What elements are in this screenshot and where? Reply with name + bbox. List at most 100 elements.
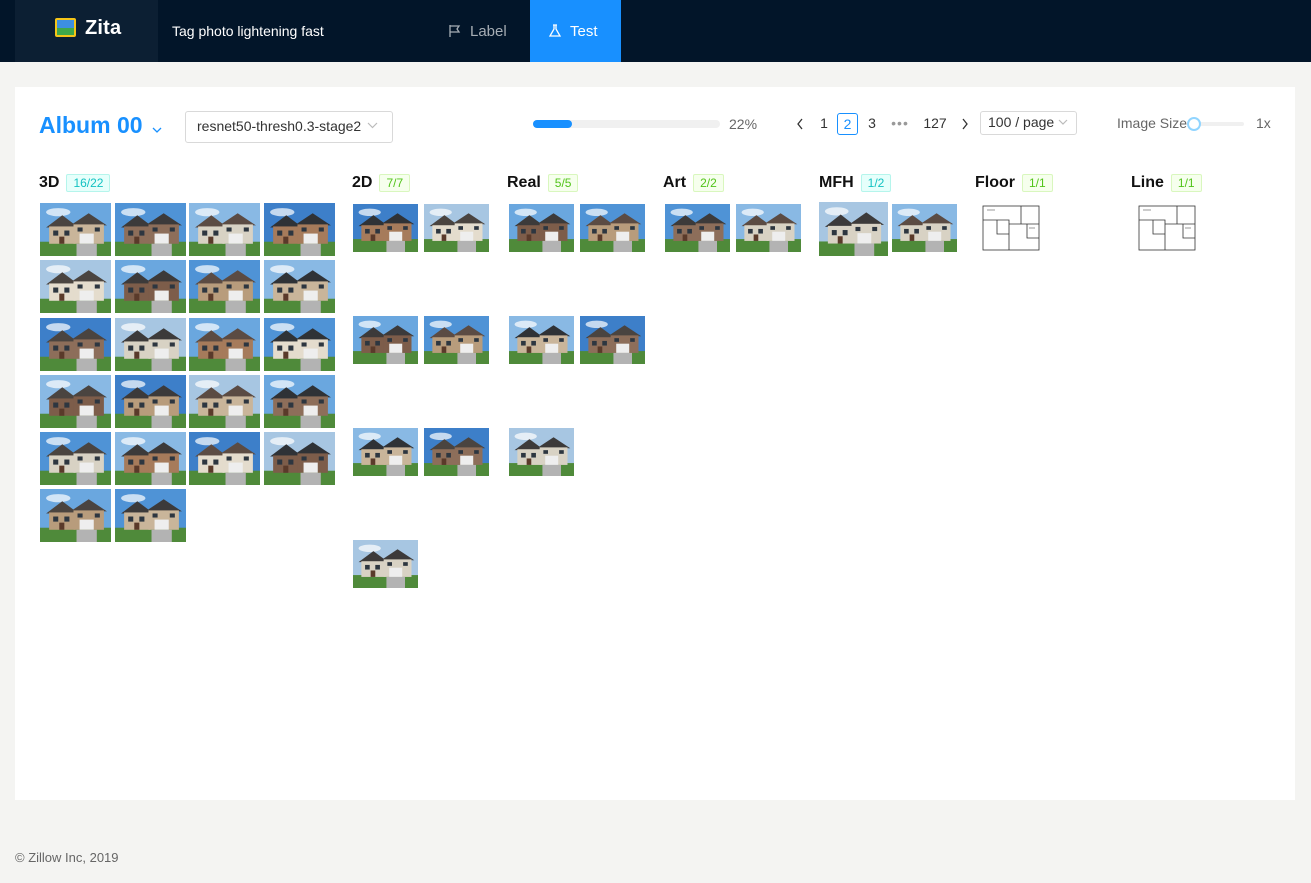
page-127[interactable]: 127 [920, 113, 950, 135]
flag-icon [449, 25, 461, 37]
house-image [189, 260, 260, 313]
house-thumbnail[interactable] [424, 204, 489, 252]
page-size-select[interactable]: 100 / page [980, 111, 1077, 135]
progress-bar [533, 120, 720, 128]
flask-icon [548, 24, 562, 37]
house-thumbnail[interactable] [892, 204, 957, 252]
house-thumbnail[interactable] [115, 203, 186, 256]
house-thumbnail[interactable] [580, 316, 645, 364]
house-image [264, 203, 335, 256]
house-image [424, 204, 489, 252]
house-thumbnail[interactable] [424, 316, 489, 364]
house-thumbnail[interactable] [189, 260, 260, 313]
nav-label[interactable]: Label [436, 0, 530, 62]
column-real-title: Real 5/5 [507, 174, 579, 192]
brand-name: Zita [85, 17, 122, 39]
page-2-current[interactable]: 2 [837, 113, 858, 135]
nav-test[interactable]: Test [530, 0, 621, 62]
top-header: Zita Tag photo lightening fast Label Tes… [0, 0, 1311, 62]
count-badge: 1/1 [1170, 174, 1202, 192]
column-label: Line [1131, 174, 1164, 191]
house-thumbnail[interactable] [353, 316, 418, 364]
house-thumbnail[interactable] [736, 204, 801, 252]
house-thumbnail[interactable] [264, 260, 335, 313]
column-label: 3D [39, 174, 60, 191]
house-image [424, 316, 489, 364]
model-select[interactable]: resnet50-thresh0.3-stage2 [185, 111, 393, 143]
house-thumbnail[interactable] [665, 204, 730, 252]
column-label: Real [507, 174, 541, 191]
house-thumbnail[interactable] [40, 375, 111, 428]
house-image [40, 375, 111, 428]
progress-text: 22% [729, 116, 758, 132]
house-thumbnail[interactable] [40, 203, 111, 256]
house-thumbnail[interactable] [189, 318, 260, 371]
house-thumbnail[interactable] [40, 260, 111, 313]
house-thumbnail[interactable] [509, 204, 574, 252]
house-thumbnail[interactable] [115, 432, 186, 485]
nav-label-text: Label [470, 22, 507, 40]
house-image [665, 204, 730, 252]
house-image [40, 432, 111, 485]
house-thumbnail[interactable] [264, 432, 335, 485]
pagination-ellipsis[interactable]: ••• [887, 113, 913, 135]
house-image [115, 260, 186, 313]
page-1[interactable]: 1 [815, 113, 833, 135]
next-page-button[interactable] [958, 113, 972, 135]
column-label: Floor [975, 174, 1015, 191]
count-badge: 16/22 [66, 174, 111, 192]
column-2d-title: 2D 7/7 [352, 174, 411, 192]
house-image [189, 432, 260, 485]
house-image [509, 316, 574, 364]
column-art-title: Art 2/2 [663, 174, 724, 192]
house-thumbnail[interactable] [40, 432, 111, 485]
house-thumbnail[interactable] [424, 428, 489, 476]
house-thumbnail[interactable] [115, 318, 186, 371]
house-image [424, 428, 489, 476]
picture-icon [55, 18, 76, 37]
column-label: 2D [352, 174, 373, 191]
image-size-slider[interactable] [1194, 122, 1244, 126]
house-thumbnail[interactable] [40, 489, 111, 542]
house-thumbnail[interactable] [580, 204, 645, 252]
house-thumbnail[interactable] [264, 375, 335, 428]
house-image [189, 318, 260, 371]
house-image [40, 489, 111, 542]
house-thumbnail[interactable] [509, 316, 574, 364]
house-thumbnail[interactable] [819, 202, 888, 256]
house-image [115, 432, 186, 485]
album-title: Album 00 [39, 112, 143, 138]
house-thumbnail[interactable] [115, 260, 186, 313]
house-thumbnail[interactable] [264, 203, 335, 256]
floor-plan-thumbnail[interactable] [1135, 204, 1199, 252]
image-size-label: Image Size [1117, 115, 1188, 131]
brand-logo[interactable]: Zita [15, 0, 158, 62]
house-image [40, 318, 111, 371]
house-thumbnail[interactable] [115, 489, 186, 542]
house-image [264, 375, 335, 428]
house-thumbnail[interactable] [189, 203, 260, 256]
house-thumbnail[interactable] [353, 540, 418, 588]
house-thumbnail[interactable] [189, 375, 260, 428]
house-thumbnail[interactable] [115, 375, 186, 428]
house-thumbnail[interactable] [189, 432, 260, 485]
house-image [115, 375, 186, 428]
floor-plan-thumbnail[interactable] [979, 204, 1043, 252]
house-image [115, 203, 186, 256]
tagline: Tag photo lightening fast [172, 23, 324, 39]
house-thumbnail[interactable] [40, 318, 111, 371]
house-image [353, 316, 418, 364]
nav-test-text: Test [570, 22, 598, 40]
column-floor-title: Floor 1/1 [975, 174, 1053, 192]
prev-page-button[interactable] [793, 113, 807, 135]
progress-fill [533, 120, 573, 128]
page-3[interactable]: 3 [863, 113, 881, 135]
house-image [580, 316, 645, 364]
house-thumbnail[interactable] [353, 428, 418, 476]
house-thumbnail[interactable] [509, 428, 574, 476]
album-dropdown[interactable]: Album 00 [39, 112, 162, 139]
house-thumbnail[interactable] [353, 204, 418, 252]
slider-handle[interactable] [1187, 117, 1201, 131]
house-thumbnail[interactable] [264, 318, 335, 371]
count-badge: 1/2 [860, 174, 892, 192]
